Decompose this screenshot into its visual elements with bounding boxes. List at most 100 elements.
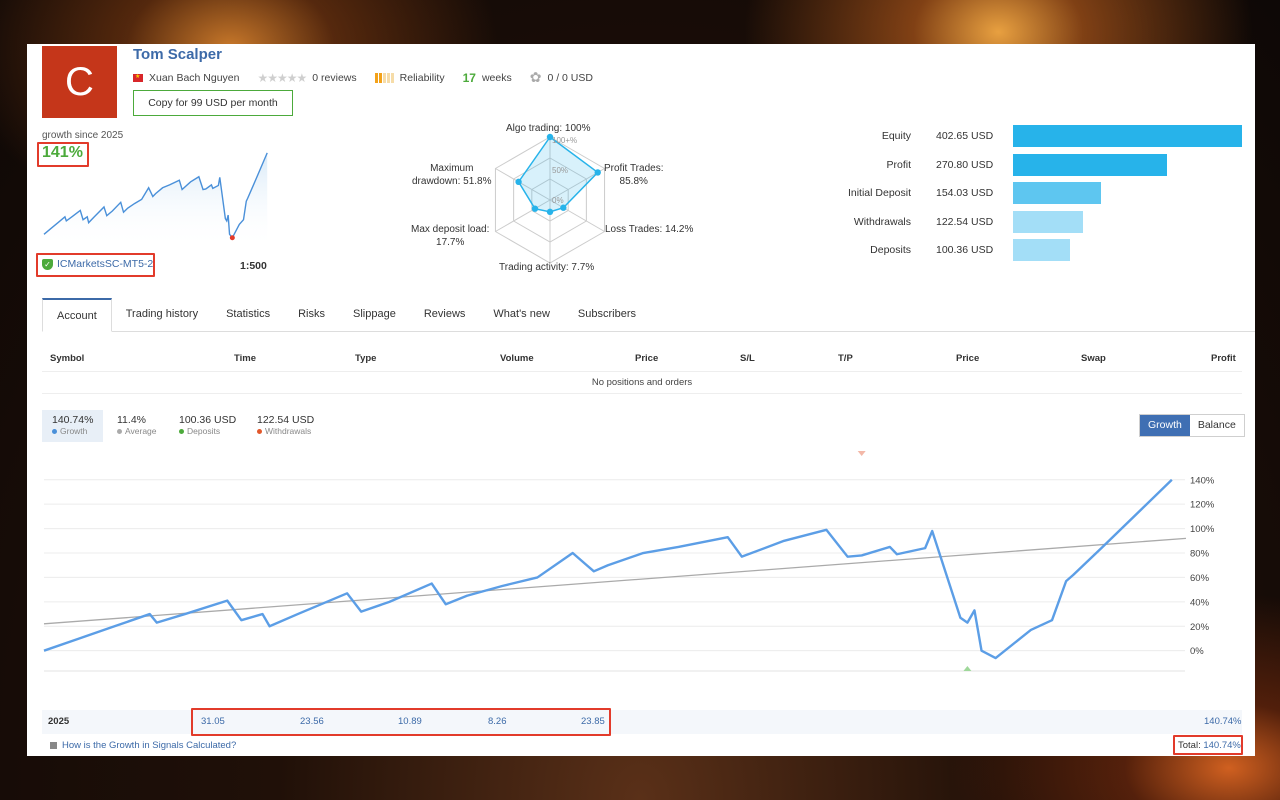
stat-growth[interactable]: 140.74% Growth [42, 410, 104, 442]
balance-bar [1013, 210, 1083, 233]
radar-label-loss-trades: Loss Trades: 14.2% [605, 224, 694, 235]
radar-label-profit-1: Profit Trades: [604, 163, 664, 174]
col-sl[interactable]: S/L [740, 353, 755, 364]
balance-bar [1013, 239, 1071, 262]
balance-bar-label: Initial Deposit [847, 187, 911, 200]
radar-point-activity [546, 208, 554, 216]
stat-growth-label: Growth [60, 426, 88, 436]
radar-scale-100: 100+% [552, 136, 578, 145]
mini-growth-chart [43, 152, 268, 249]
balance-bar-row: Withdrawals 122.54 USD [817, 210, 1083, 233]
balance-bar-label: Profit [886, 158, 911, 171]
reviews-count[interactable]: 0 reviews [312, 72, 356, 84]
radar-scale-50: 50% [552, 166, 569, 175]
author-name[interactable]: Xuan Bach Nguyen [149, 72, 239, 84]
tab-reviews[interactable]: Reviews [410, 298, 480, 331]
col-price-current[interactable]: Price [956, 353, 979, 364]
stat-withdrawals-label: Withdrawals [265, 426, 312, 436]
stat-deposits-dot [179, 428, 184, 434]
tab-account[interactable]: Account [42, 298, 112, 332]
col-time[interactable]: Time [234, 353, 256, 364]
y-tick-label: 140% [1190, 475, 1215, 486]
reliability-icon [374, 72, 394, 83]
balance-bar-value: 122.54 USD [936, 215, 994, 228]
stat-average-dot [117, 428, 122, 434]
stat-withdrawals[interactable]: 122.54 USD Withdrawals [247, 410, 324, 442]
col-profit[interactable]: Profit [1211, 353, 1236, 364]
howto-text[interactable]: How is the Growth in Signals Calculated? [62, 740, 236, 751]
balance-bar [1013, 182, 1101, 205]
col-price[interactable]: Price [635, 353, 658, 364]
avatar-letter: C [65, 59, 94, 104]
col-symbol[interactable]: Symbol [50, 353, 84, 364]
weeks-number: 17 [462, 70, 476, 85]
radar-label-profit-trades: Profit Trades: 85.8% [604, 162, 663, 188]
growth-since-label: growth since 2025 [42, 130, 124, 141]
tab-statistics[interactable]: Statistics [212, 298, 284, 331]
radar-scale-0: 0% [552, 196, 564, 205]
y-tick-label: 40% [1190, 597, 1210, 608]
stat-average-value: 11.4% [117, 414, 146, 426]
radar-point-profit [594, 169, 601, 176]
chart-mode-toggle: Growth Balance [1139, 414, 1245, 437]
balance-bar-label: Withdrawals [853, 215, 911, 228]
book-icon [50, 742, 57, 749]
radar-label-deposit-load: Max deposit load: 17.7% [411, 223, 489, 249]
stat-growth-value: 140.74% [52, 414, 94, 426]
positions-header: Symbol Time Type Volume Price S/L T/P Pr… [42, 344, 1242, 372]
highlight-box-broker [36, 253, 155, 277]
balance-bar-row: Profit 270.80 USD [817, 153, 1167, 176]
copy-signal-button[interactable]: Copy for 99 USD per month [133, 90, 293, 116]
balance-bar-row: Deposits 100.36 USD [817, 239, 1071, 262]
y-tick-label: 100% [1190, 524, 1215, 535]
stat-deposits-label: Deposits [187, 426, 221, 436]
deposit-marker[interactable] [963, 666, 972, 671]
tab-whats-new[interactable]: What's new [479, 298, 564, 331]
series-growth [43, 478, 1173, 660]
signal-panel: C Tom Scalper Xuan Bach Nguyen ★★★★★ 0 r… [27, 44, 1255, 756]
radar-point-load [531, 205, 539, 212]
y-tick-label: 120% [1190, 500, 1215, 511]
balance-bar-label: Deposits [870, 244, 911, 257]
positions-empty: No positions and orders [42, 372, 1242, 394]
balance-bar-value: 270.80 USD [936, 158, 994, 171]
stat-withdrawals-value: 122.54 USD [257, 414, 315, 426]
balance-bar-value: 402.65 USD [936, 130, 994, 142]
col-tp[interactable]: T/P [838, 353, 853, 364]
tab-slippage[interactable]: Slippage [339, 298, 410, 331]
leverage-value: 1:500 [240, 260, 267, 272]
y-tick-label: 60% [1190, 573, 1210, 584]
balance-toggle-button[interactable]: Balance [1190, 415, 1244, 436]
col-type[interactable]: Type [355, 353, 376, 364]
col-volume[interactable]: Volume [500, 353, 534, 364]
tab-trading-history[interactable]: Trading history [112, 298, 212, 331]
stat-growth-dot [52, 428, 57, 434]
balance-bar-value: 100.36 USD [936, 244, 994, 257]
tab-risks[interactable]: Risks [284, 298, 339, 331]
weeks-label: weeks [481, 71, 512, 84]
series-average [43, 537, 1186, 625]
tab-subscribers[interactable]: Subscribers [564, 298, 650, 331]
radar-label-drawdown-2: drawdown: 51.8% [412, 176, 492, 187]
stat-average-label: Average [125, 426, 157, 436]
stat-withdrawals-dot [257, 428, 262, 434]
year-label: 2025 [48, 716, 70, 727]
radar-label-load-1: Max deposit load: [411, 224, 490, 235]
rating-stars-icon: ★★★★★ [257, 70, 307, 85]
growth-toggle-button[interactable]: Growth [1140, 415, 1190, 436]
signal-meta: Xuan Bach Nguyen ★★★★★ 0 reviews Reliabi… [133, 69, 593, 86]
withdrawal-marker[interactable] [857, 451, 866, 456]
howto-link[interactable]: How is the Growth in Signals Calculated? [50, 740, 236, 751]
col-swap[interactable]: Swap [1081, 353, 1106, 364]
radar-point-drawdown [515, 178, 522, 186]
tab-bar: Account Trading history Statistics Risks… [42, 298, 1255, 332]
signal-title[interactable]: Tom Scalper [133, 46, 222, 63]
stat-average[interactable]: 11.4% Average [107, 410, 167, 442]
radar-label-drawdown: Maximum drawdown: 51.8% [412, 162, 492, 188]
radar-label-drawdown-1: Maximum [430, 163, 474, 174]
balance-bar-label: Equity [881, 130, 911, 142]
stat-deposits[interactable]: 100.36 USD Deposits [169, 410, 246, 442]
avatar: C [42, 46, 117, 118]
radar-label-activity: Trading activity: 7.7% [499, 262, 595, 273]
year-total-value[interactable]: 140.74% [1204, 716, 1242, 727]
